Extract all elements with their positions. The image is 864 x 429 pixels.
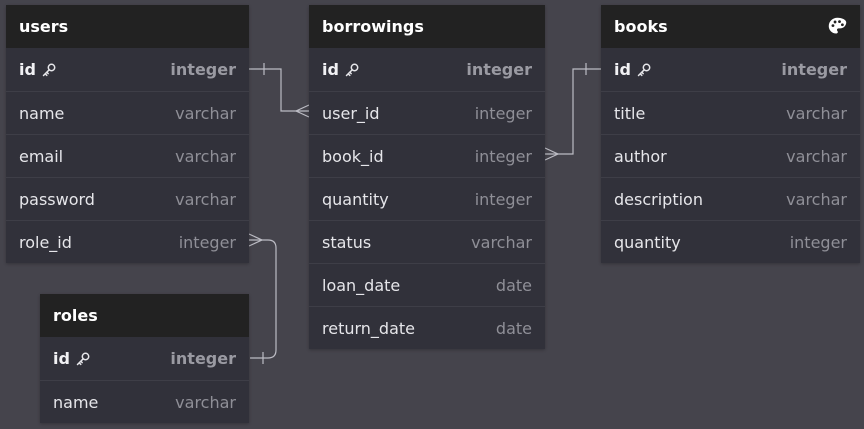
column-name: password [19, 178, 95, 220]
column-row-books[interactable]: title varchar [601, 91, 860, 134]
column-name: quantity [322, 178, 389, 220]
column-type: integer [474, 190, 532, 209]
column-type: date [495, 319, 532, 338]
key-icon [345, 63, 359, 76]
column-type: integer [170, 349, 236, 368]
column-row-users[interactable]: id integer [6, 48, 249, 91]
column-name: quantity [614, 221, 681, 263]
key-icon [42, 63, 56, 76]
column-type: integer [781, 60, 847, 79]
column-row-borrowings[interactable]: user_id integer [309, 91, 545, 134]
column-name-text: user_id [322, 103, 380, 123]
column-name: loan_date [322, 264, 400, 306]
column-name-text: loan_date [322, 275, 401, 295]
column-name: user_id [322, 92, 380, 134]
column-row-books[interactable]: description varchar [601, 177, 860, 220]
column-row-books[interactable]: author varchar [601, 134, 860, 177]
column-name: book_id [322, 135, 384, 177]
key-icon [76, 352, 90, 365]
column-row-borrowings[interactable]: quantity integer [309, 177, 545, 220]
column-type: integer [474, 104, 532, 123]
column-type: integer [474, 147, 532, 166]
column-name-text: id [322, 60, 339, 79]
column-name: id [614, 48, 652, 91]
column-row-borrowings[interactable]: id integer [309, 48, 545, 91]
palette-icon[interactable] [827, 16, 848, 37]
column-type: integer [178, 233, 236, 252]
column-row-borrowings[interactable]: loan_date date [309, 263, 545, 306]
column-name: status [322, 221, 371, 263]
column-name: name [19, 92, 64, 134]
column-name-text: author [614, 146, 667, 166]
column-name-text: quantity [322, 189, 389, 209]
column-type: varchar [175, 393, 236, 412]
column-name-text: password [19, 189, 95, 209]
column-type: integer [170, 60, 236, 79]
column-type: integer [789, 233, 847, 252]
relation-users-borrowings [249, 63, 310, 118]
column-name: id [19, 48, 57, 91]
table-title-books: books [614, 17, 668, 36]
column-row-users[interactable]: password varchar [6, 177, 249, 220]
table-books[interactable]: books id integer title varchar author varchar… [601, 5, 860, 263]
column-row-borrowings[interactable]: return_date date [309, 306, 545, 349]
relation-books-borrowings [544, 63, 601, 161]
column-row-borrowings[interactable]: book_id integer [309, 134, 545, 177]
column-type: date [495, 276, 532, 295]
table-roles[interactable]: roles id integer name varchar [40, 294, 249, 423]
column-type: varchar [786, 104, 847, 123]
column-row-roles[interactable]: id integer [40, 337, 249, 380]
table-users[interactable]: users id integer name varchar email varchar pa… [6, 5, 249, 263]
column-name: return_date [322, 307, 415, 349]
column-row-roles[interactable]: name varchar [40, 380, 249, 423]
column-name-text: id [19, 60, 36, 79]
column-type: varchar [175, 147, 236, 166]
table-header-roles[interactable]: roles [40, 294, 249, 337]
column-name-text: role_id [19, 232, 72, 252]
column-type: varchar [175, 190, 236, 209]
column-name-text: description [614, 189, 703, 209]
column-name-text: name [53, 392, 99, 412]
column-name: title [614, 92, 645, 134]
column-name: description [614, 178, 703, 220]
column-name: id [53, 337, 91, 380]
column-type: varchar [786, 147, 847, 166]
column-row-books[interactable]: id integer [601, 48, 860, 91]
column-row-users[interactable]: role_id integer [6, 220, 249, 263]
column-name-text: id [614, 60, 631, 79]
table-borrowings[interactable]: borrowings id integer user_id integer book_i… [309, 5, 545, 349]
column-name-text: id [53, 349, 70, 368]
column-type: varchar [786, 190, 847, 209]
key-icon [637, 63, 651, 76]
column-type: varchar [471, 233, 532, 252]
column-row-books[interactable]: quantity integer [601, 220, 860, 263]
column-name: name [53, 381, 98, 423]
column-name: author [614, 135, 667, 177]
relation-roles-users [248, 233, 277, 364]
column-row-users[interactable]: name varchar [6, 91, 249, 134]
column-name: id [322, 48, 360, 91]
column-row-users[interactable]: email varchar [6, 134, 249, 177]
table-header-books[interactable]: books [601, 5, 860, 48]
column-type: integer [466, 60, 532, 79]
column-name-text: email [19, 146, 64, 166]
table-header-users[interactable]: users [6, 5, 249, 48]
column-name-text: title [614, 103, 646, 123]
column-name: email [19, 135, 63, 177]
diagram-canvas: users id integer name varchar email varchar pa… [0, 0, 864, 429]
column-row-borrowings[interactable]: status varchar [309, 220, 545, 263]
column-name-text: name [19, 103, 65, 123]
column-name-text: quantity [614, 232, 681, 252]
column-name: role_id [19, 221, 72, 263]
column-name-text: status [322, 232, 372, 252]
column-name-text: return_date [322, 318, 415, 338]
column-name-text: book_id [322, 146, 384, 166]
table-header-borrowings[interactable]: borrowings [309, 5, 545, 48]
column-type: varchar [175, 104, 236, 123]
